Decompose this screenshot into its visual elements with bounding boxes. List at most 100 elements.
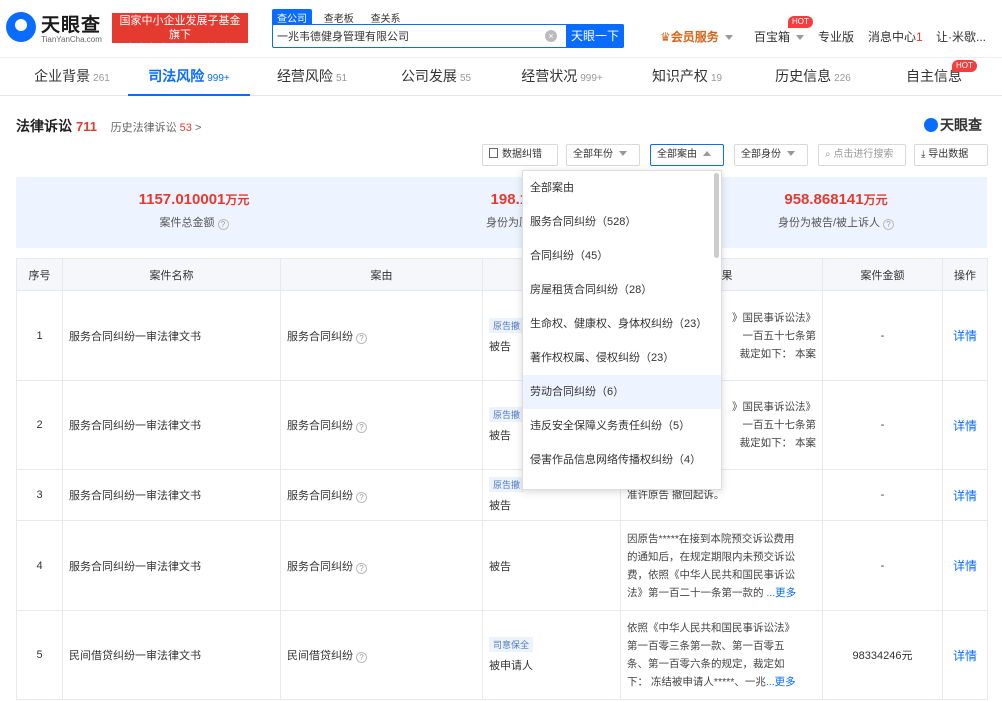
data-correction-button[interactable]: 数据纠错 [482,144,558,166]
reason-text: 民间借贷纠纷 [287,650,353,662]
cell-case-name: 服务合同纠纷一审法律文书 [62,469,281,521]
result-line: 下： 冻结被申请人*****、一兆 [627,676,766,688]
detail-link[interactable]: 详情 [942,520,988,611]
message-center-link[interactable]: 消息中心1 [868,28,923,45]
result-line: 因原告*****在接到本院预交诉讼费用 [627,532,795,545]
badge-line-2: 官方备案企业征信机构 [125,43,235,55]
tab-development[interactable]: 公司发展 55 [374,58,498,96]
dropdown-item[interactable]: 生命权、健康权、身体权纠纷（23） [523,307,721,341]
tab-count: 999+ [580,73,603,84]
tab-label: 经营风险 [276,68,333,84]
site-logo[interactable]: 天眼查 TianYanCha.com [6,10,106,46]
dropdown-item[interactable]: 服务合同纠纷（528） [523,205,721,239]
baibao-menu[interactable]: 百宝箱 [754,28,805,45]
more-link[interactable]: ...更多 [766,676,796,688]
detail-link[interactable]: 详情 [942,380,988,470]
logo-icon [6,12,36,42]
help-icon[interactable]: ? [356,652,367,663]
help-icon[interactable]: ? [356,562,367,574]
cell-result: 依照《中华人民共和国民事诉讼法》 第一百零三条第一款、第一百零五 条、第一百零六条的… [620,610,823,700]
cell-reason: 民间借贷纠纷? [280,610,483,700]
history-lawsuits-link[interactable]: 历史法律诉讼 53 > [111,122,202,134]
search-input[interactable] [277,28,537,44]
search-button[interactable]: 天眼一下 [566,24,624,48]
pro-version-link[interactable]: 专业版 [818,28,854,45]
stat-label: 身份为被告/被上诉人 [777,217,881,229]
chevron-up-icon [703,151,711,156]
tab-background[interactable]: 企业背景 261 [16,58,128,96]
tab-count: 226 [834,73,851,84]
dropdown-item[interactable]: 劳动合同纠纷（6） [523,375,721,409]
dropdown-item[interactable]: 违反安全保障义务责任纠纷（5） [523,409,721,443]
tab-operation-risk[interactable]: 经营风险 51 [250,58,374,96]
dropdown-item[interactable]: 房屋租赁合同纠纷（28） [523,273,721,307]
result-line: 依照《中华人民共和国民事诉讼法》 [627,622,795,634]
help-icon[interactable]: ? [883,219,895,230]
table-row: 5 民间借贷纠纷一审法律文书 民间借贷纠纷? 司意保全 被申请人 依照《中华人民共… [16,610,988,700]
tab-judicial-risk[interactable]: 司法风险 999+ [128,58,250,96]
dropdown-item[interactable]: 著作权权属、侵权纠纷（23） [523,341,721,375]
cell-result: 因原告*****在接到本院预交诉讼费用 的通知后，在规定期限内未预交诉讼 费，依照《… [620,520,823,611]
result-line: 的通知后，在规定期限内未预交诉讼 [627,550,795,563]
help-icon[interactable]: ? [356,422,367,433]
user-menu[interactable]: 让·米歇... [936,28,986,45]
select-label: 全部身份 [741,149,781,160]
stat-value: 1157.010001 [138,191,226,208]
status-tag: 司意保全 [489,637,534,652]
reason-filter-select[interactable]: 全部案由 [650,144,724,166]
stat-value: 958.868141 [784,191,864,208]
table-search-input[interactable]: ⌕ 点击进行搜索 [818,144,906,166]
history-count: 53 [179,122,192,134]
reason-text: 服务合同纠纷 [287,330,353,343]
role-text: 被告 [489,500,511,512]
help-icon[interactable]: ? [217,219,229,230]
hot-badge: HOT [788,16,813,28]
brand-watermark: 天眼查 [924,115,982,135]
tab-ip[interactable]: 知识产权 19 [626,58,748,96]
select-label: 全部年份 [573,149,613,160]
status-tag: 原告撤 [489,407,525,422]
reason-text: 服务合同纠纷 [287,560,353,573]
brand-logo-icon [924,118,938,132]
chevron-down-icon [619,151,627,156]
stat-label: 案件总金额 [159,217,215,229]
export-button[interactable]: ⤓ 导出数据 [914,144,988,166]
cell-reason: 服务合同纠纷? [280,380,483,470]
dropdown-item[interactable]: 合同纠纷（45） [523,239,721,273]
identity-filter-select[interactable]: 全部身份 [734,144,808,166]
detail-link[interactable]: 详情 [942,610,988,700]
year-filter-select[interactable]: 全部年份 [566,144,640,166]
result-line: 法》第一百二十一条第一款的 [627,586,764,599]
table-row: 1 服务合同纠纷一审法律文书 服务合同纠纷? 原告撤 被告 》国民事诉讼法》 一百五… [16,290,988,381]
tab-label: 企业背景 [34,68,91,84]
tab-label: 公司发展 [400,68,457,84]
section-count: 711 [76,119,97,134]
cell-status: 司意保全 被申请人 [482,610,621,700]
crown-icon: ♛ [660,30,671,44]
dropdown-scrollbar[interactable] [714,173,719,258]
dropdown-item[interactable]: 全部案由 [523,171,721,205]
table-row: 4 服务合同纠纷一审法律文书 服务合同纠纷? 被告 因原告*****在接到本院预… [16,520,988,611]
result-line: 条、第一百零六条的规定，裁定如 [627,658,785,670]
stat-total-amount: 1157.010001万元 案件总金额? [64,191,324,230]
help-icon[interactable]: ? [356,492,367,503]
baibao-label: 百宝箱 [754,30,791,44]
detail-link[interactable]: 详情 [942,290,988,381]
status-tag: 原告撤 [489,477,525,492]
section-header: 法律诉讼 711 历史法律诉讼 53 > [16,116,201,136]
clear-icon[interactable]: × [545,30,557,42]
tab-history[interactable]: 历史信息 226 [748,58,878,96]
vip-service-menu[interactable]: ♛会员服务 [660,28,733,45]
chevron-down-icon [724,35,733,40]
dropdown-item[interactable]: 侵害作品信息网络传播权纠纷（4） [523,443,721,477]
more-link[interactable]: ...更多 [766,587,796,599]
lawsuit-table: 序号 案件名称 案由 在 结果 案件金额 操作 1 服务合同纠纷一审法律文书 服… [16,258,988,700]
cell-reason: 服务合同纠纷? [280,290,483,381]
cell-status: 被告 [482,520,621,611]
help-icon[interactable]: ? [356,332,367,344]
tab-business-status[interactable]: 经营状况 999+ [498,58,626,96]
table-row: 3 服务合同纠纷一审法律文书 服务合同纠纷? 原告撤 被告 准许原告 撤回起诉。 … [16,469,988,521]
role-text: 被告 [489,560,511,573]
table-row: 2 服务合同纠纷一审法律文书 服务合同纠纷? 原告撤 被告 》国民事诉讼法》 一百五… [16,380,988,470]
detail-link[interactable]: 详情 [942,469,988,521]
